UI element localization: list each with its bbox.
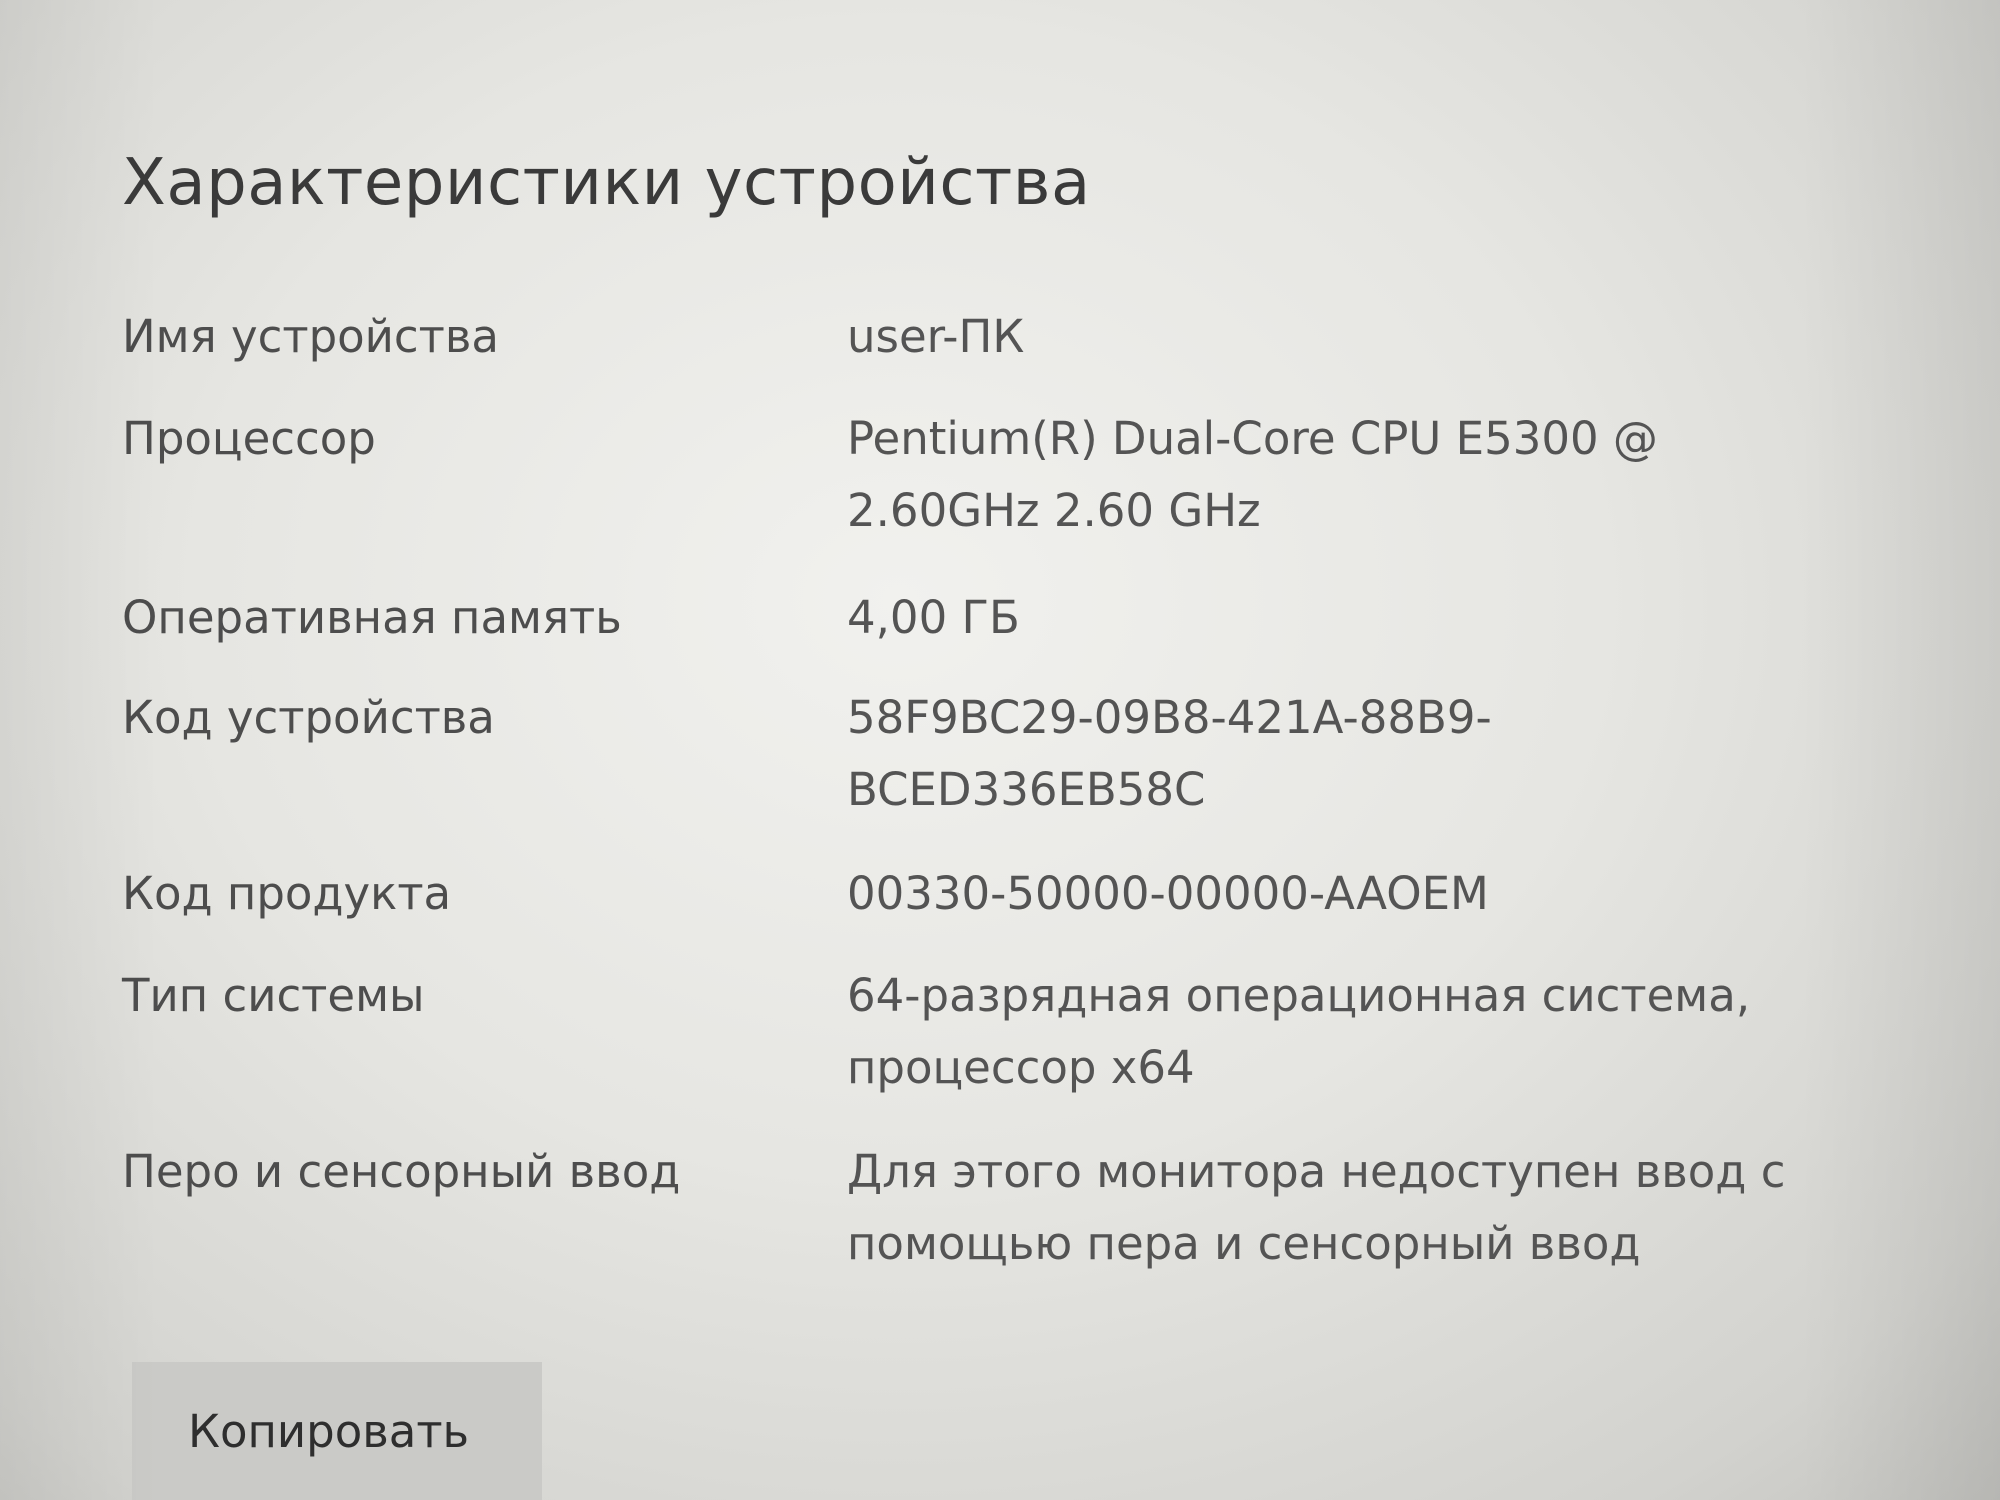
spec-label: Оперативная память [122,591,622,645]
spec-value: 00330-50000-00000-AAOEM [847,867,1489,921]
spec-row-processor: Процессор Pentium(R) Dual-Core CPU E5300… [122,403,1882,547]
spec-value: Pentium(R) Dual-Core CPU E5300 @ 2.60GHz… [847,412,1658,538]
device-specifications-panel: Характеристики устройства Имя устройства… [122,146,1882,1280]
spec-label: Имя устройства [122,310,499,364]
settings-screen: Характеристики устройства Имя устройства… [0,0,2000,1500]
spec-value: 4,00 ГБ [847,591,1020,645]
spec-row-device-id: Код устройства 58F9BC29-09B8-421A-88B9- … [122,682,1882,826]
spec-label: Перо и сенсорный ввод [122,1145,681,1199]
spec-row-ram: Оперативная память 4,00 ГБ [122,582,1882,654]
spec-label: Тип системы [122,969,425,1023]
copy-button[interactable]: Копировать [132,1362,542,1500]
spec-row-device-name: Имя устройства user-ПК [122,301,1882,373]
spec-value: user-ПК [847,310,1025,364]
spec-value: 64-разрядная операционная система, проце… [847,969,1751,1095]
spec-row-product-id: Код продукта 00330-50000-00000-AAOEM [122,858,1882,930]
spec-value: Для этого монитора недоступен ввод с пом… [847,1145,1786,1271]
spec-label: Код устройства [122,691,495,745]
section-title: Характеристики устройства [122,146,1091,220]
spec-value: 58F9BC29-09B8-421A-88B9- BCED336EB58C [847,691,1492,817]
spec-row-system-type: Тип системы 64-разрядная операционная си… [122,960,1882,1104]
spec-label: Процессор [122,412,376,466]
spec-label: Код продукта [122,867,452,921]
spec-row-pen-touch: Перо и сенсорный ввод Для этого монитора… [122,1136,1882,1280]
